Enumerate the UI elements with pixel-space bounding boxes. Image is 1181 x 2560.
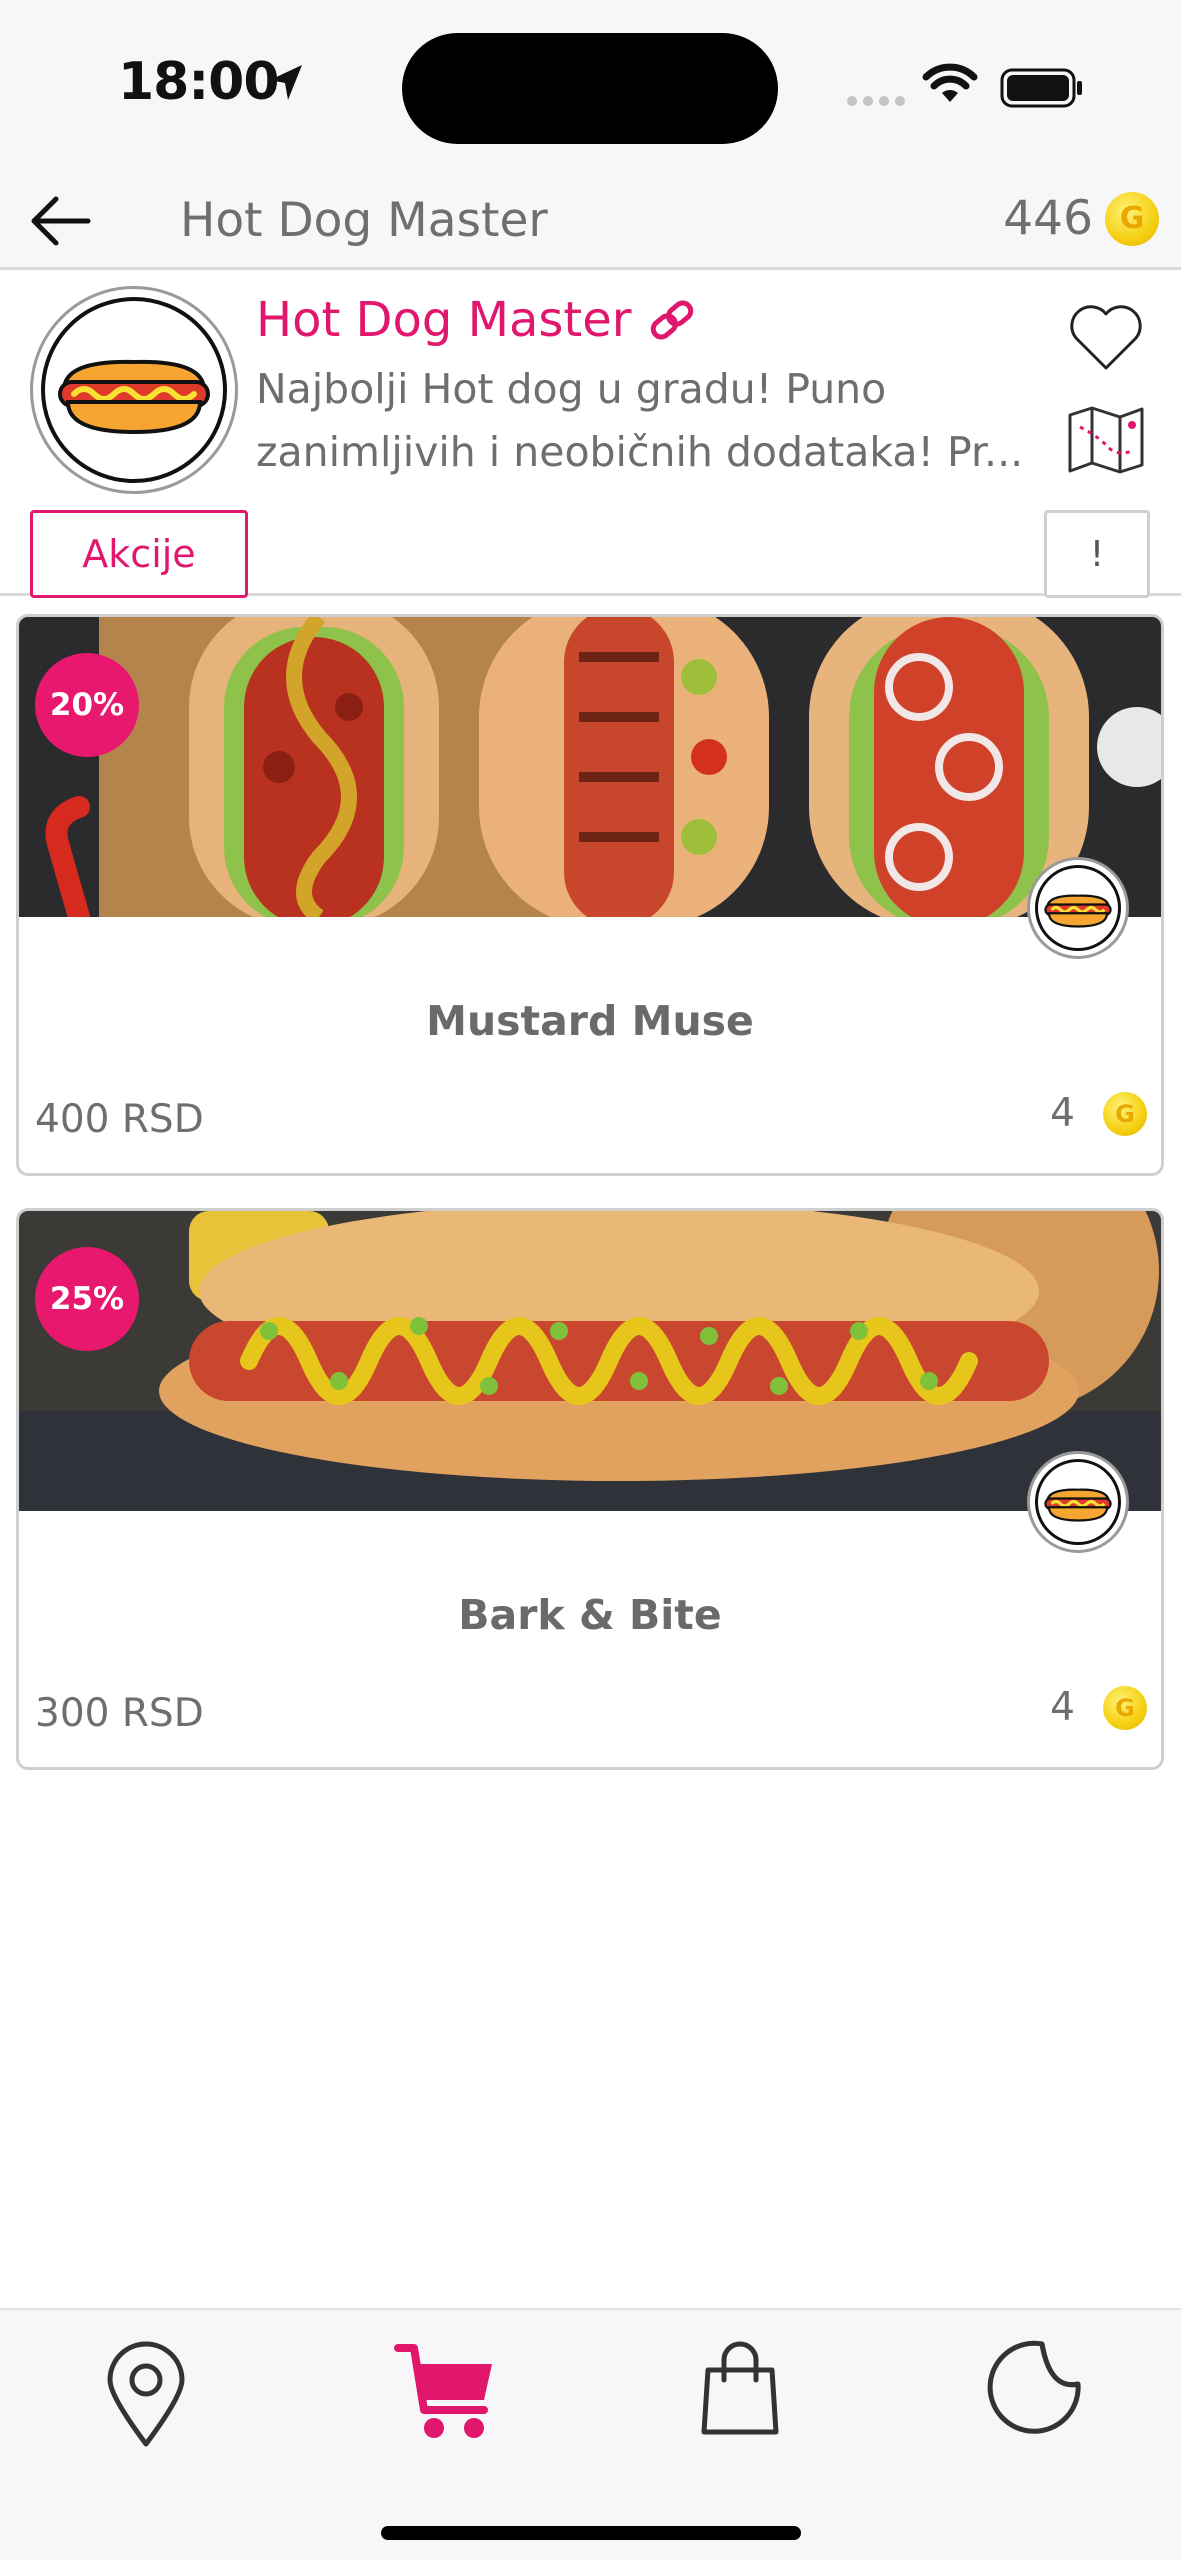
product-card[interactable]: 20% Mustard Muse 400 RSD 4 G bbox=[16, 614, 1164, 1176]
coin-balance-value: 446 bbox=[1003, 191, 1093, 246]
shop-logo-small bbox=[1027, 1451, 1129, 1553]
status-time: 18:00 bbox=[118, 52, 280, 112]
tab-akcije[interactable]: Akcije bbox=[30, 510, 248, 598]
hot-dog-icon bbox=[1044, 894, 1112, 928]
status-bar: 18:00 bbox=[0, 0, 1181, 175]
bottom-tab-bar bbox=[0, 2308, 1181, 2560]
product-points: 4 G bbox=[1050, 1091, 1147, 1136]
map-icon[interactable] bbox=[1066, 405, 1146, 475]
discount-badge: 25% bbox=[35, 1247, 139, 1351]
shop-description-line: zanimljivih i neobičnih dodataka! Pr... bbox=[256, 428, 1024, 476]
wifi-icon bbox=[922, 63, 978, 102]
shop-description: Najbolji Hot dog u gradu! Puno zanimljiv… bbox=[256, 358, 1046, 484]
back-arrow-icon[interactable] bbox=[28, 195, 92, 247]
page-title: Hot Dog Master bbox=[180, 193, 548, 248]
product-points-value: 4 bbox=[1050, 1091, 1075, 1136]
favorite-heart-icon[interactable] bbox=[1066, 302, 1146, 374]
home-indicator bbox=[381, 2526, 801, 2540]
shop-logo-small bbox=[1027, 857, 1129, 959]
nav-bar: Hot Dog Master 446 G bbox=[0, 175, 1181, 270]
product-points: 4 G bbox=[1050, 1685, 1147, 1730]
hot-dog-icon bbox=[58, 359, 210, 435]
location-arrow-icon bbox=[270, 65, 302, 100]
link-icon[interactable] bbox=[648, 300, 696, 340]
sticker-icon[interactable] bbox=[986, 2340, 1082, 2436]
coin-icon: G bbox=[1105, 191, 1159, 246]
hot-dog-icon bbox=[1044, 1488, 1112, 1522]
product-photo bbox=[19, 617, 1161, 917]
shop-description-line: Najbolji Hot dog u gradu! Puno bbox=[256, 365, 887, 413]
shop-info: Hot Dog Master Najbolji Hot dog u gradu!… bbox=[0, 270, 1181, 598]
dynamic-island bbox=[402, 33, 778, 144]
location-pin-icon[interactable] bbox=[104, 2340, 188, 2450]
discount-badge: 20% bbox=[35, 653, 139, 757]
shop-name-text: Hot Dog Master bbox=[256, 292, 632, 348]
product-price: 400 RSD bbox=[35, 1097, 204, 1142]
cart-icon[interactable] bbox=[394, 2340, 496, 2442]
product-title: Bark & Bite bbox=[458, 1591, 722, 1639]
tab-info[interactable]: ! bbox=[1044, 510, 1150, 598]
shop-logo bbox=[30, 286, 238, 494]
product-title: Mustard Muse bbox=[426, 997, 754, 1045]
product-points-value: 4 bbox=[1050, 1685, 1075, 1730]
coin-icon: G bbox=[1103, 1091, 1147, 1136]
cellular-signal-icon bbox=[847, 96, 905, 106]
product-photo bbox=[19, 1211, 1161, 1511]
product-card[interactable]: 25% Bark & Bite 300 RSD 4 G bbox=[16, 1208, 1164, 1770]
shop-name[interactable]: Hot Dog Master bbox=[256, 292, 696, 348]
coin-icon: G bbox=[1103, 1685, 1147, 1730]
product-price: 300 RSD bbox=[35, 1691, 204, 1736]
coin-balance[interactable]: 446 G bbox=[1003, 191, 1159, 246]
battery-icon bbox=[1000, 68, 1082, 108]
shopping-bag-icon[interactable] bbox=[700, 2340, 780, 2438]
